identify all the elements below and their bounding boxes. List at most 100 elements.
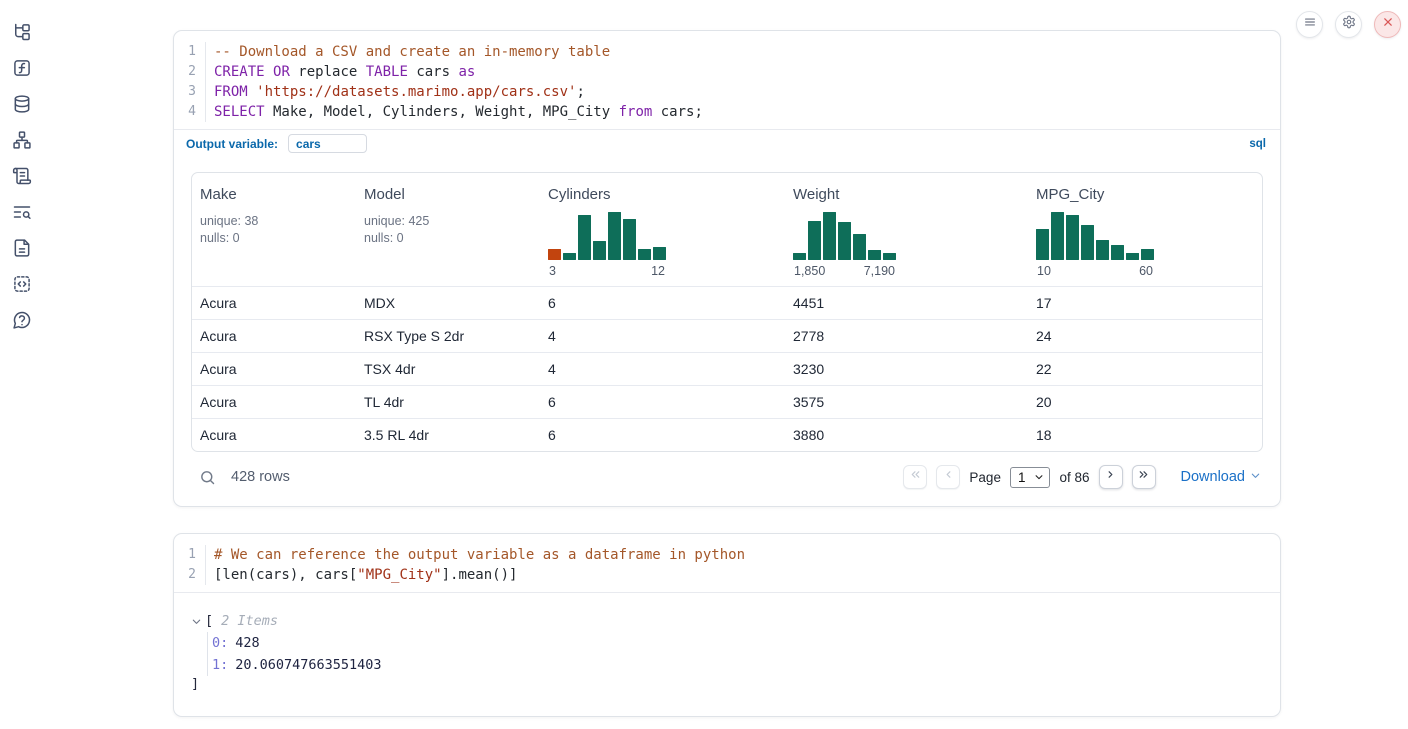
code-token: ; <box>576 84 584 100</box>
code-line: 1# We can reference the output variable … <box>174 545 1280 565</box>
column-histogram: 1,8507,190 <box>793 210 896 278</box>
code-text: # We can reference the output variable a… <box>205 545 745 565</box>
code-token: replace <box>290 64 366 80</box>
code-line: 3FROM 'https://datasets.marimo.app/cars.… <box>174 82 1280 102</box>
histogram-bar <box>1066 215 1079 260</box>
documentation-file-icon[interactable] <box>12 238 32 258</box>
column-label: Make <box>200 186 348 203</box>
line-number: 1 <box>174 545 205 565</box>
column-header[interactable]: Cylinders312 <box>540 173 785 286</box>
item-value: 428 <box>235 635 259 651</box>
table-cell: TSX 4dr <box>356 353 540 385</box>
output-variable-row: Output variable: sql <box>174 129 1280 158</box>
code-text: SELECT Make, Model, Cylinders, Weight, M… <box>205 102 703 122</box>
code-token <box>265 64 273 80</box>
histogram-bar <box>593 241 606 260</box>
column-stats: unique: 38nulls: 0 <box>200 213 348 246</box>
output-variable-input[interactable] <box>288 134 367 153</box>
sql-code-editor[interactable]: 1-- Download a CSV and create an in-memo… <box>174 31 1280 129</box>
open-bracket: [ <box>205 613 213 629</box>
page-of-label: of 86 <box>1059 470 1089 485</box>
axis-max-label: 12 <box>651 264 665 278</box>
column-stat: nulls: 0 <box>364 230 532 247</box>
code-token: cars; <box>652 104 703 120</box>
column-histogram: 3 12 <box>548 210 666 278</box>
histogram-bars <box>1036 210 1154 260</box>
code-token: OR <box>273 64 290 80</box>
table-cell: 22 <box>1028 353 1262 385</box>
histogram-bar <box>868 250 881 260</box>
column-header[interactable]: Weight1,8507,190 <box>785 173 1028 286</box>
table-cell: 6 <box>540 287 785 319</box>
axis-min-label: 3 <box>549 264 556 278</box>
table-cell: 20 <box>1028 386 1262 418</box>
dependency-graph-icon[interactable] <box>12 130 32 150</box>
chevrons-right-icon <box>1137 468 1150 486</box>
python-code-editor[interactable]: 1# We can reference the output variable … <box>174 534 1280 592</box>
histogram-bar <box>653 247 666 260</box>
column-header[interactable]: Modelunique: 425nulls: 0 <box>356 173 540 286</box>
table-cell: 3.5 RL 4dr <box>356 419 540 451</box>
tree-item: 0:428 <box>212 632 1280 654</box>
table-cell: 3880 <box>785 419 1028 451</box>
help-chat-icon[interactable] <box>12 310 32 330</box>
column-header[interactable]: MPG_City1060 <box>1028 173 1262 286</box>
search-icon[interactable] <box>199 469 216 486</box>
hamburger-icon <box>1303 15 1317 34</box>
page-label: Page <box>969 470 1001 485</box>
chevron-left-icon <box>942 468 955 486</box>
table-cell: 3575 <box>785 386 1028 418</box>
code-token: as <box>458 64 475 80</box>
code-line: 2[len(cars), cars["MPG_City"].mean()] <box>174 565 1280 585</box>
scratchpad-function-icon[interactable] <box>12 58 32 78</box>
table-row: AcuraMDX6445117 <box>192 286 1262 319</box>
page-select[interactable]: 1 <box>1010 467 1051 488</box>
table-cell: 6 <box>540 386 785 418</box>
table-body: AcuraMDX6445117AcuraRSX Type S 2dr427782… <box>192 286 1262 451</box>
last-page-button[interactable] <box>1132 465 1156 489</box>
chevron-down-icon <box>1034 470 1044 485</box>
code-line: 1-- Download a CSV and create an in-memo… <box>174 42 1280 62</box>
shutdown-button[interactable] <box>1374 11 1401 38</box>
code-text: -- Download a CSV and create an in-memor… <box>205 42 610 62</box>
prev-page-button[interactable] <box>936 465 960 489</box>
list-search-icon[interactable] <box>12 202 32 222</box>
axis-max-label: 7,190 <box>864 264 895 278</box>
column-stat: unique: 425 <box>364 213 532 230</box>
row-count: 428 rows <box>231 469 290 485</box>
table-cell: 24 <box>1028 320 1262 352</box>
left-sidebar <box>0 0 44 729</box>
histogram-bar <box>853 234 866 260</box>
datasources-database-icon[interactable] <box>12 94 32 114</box>
menu-button[interactable] <box>1296 11 1323 38</box>
histogram-bar <box>1111 245 1124 260</box>
code-token: FROM <box>214 84 248 100</box>
histogram-bar <box>793 253 806 260</box>
histogram-bar <box>808 221 821 260</box>
table-cell: Acura <box>192 419 356 451</box>
code-token: TABLE <box>366 64 408 80</box>
collapse-chevron-icon[interactable] <box>191 616 202 627</box>
script-scroll-icon[interactable] <box>12 166 32 186</box>
code-token: 'https://datasets.marimo.app/cars.csv' <box>256 84 576 100</box>
table-footer: 428 rows Page 1 of 86 <box>199 460 1261 494</box>
line-number: 3 <box>174 82 205 102</box>
code-token: cars <box>408 64 459 80</box>
file-tree-icon[interactable] <box>12 22 32 42</box>
histogram-bar <box>623 219 636 260</box>
code-token: Make, Model, Cylinders, Weight, MPG_City <box>265 104 619 120</box>
download-button[interactable]: Download <box>1181 469 1262 485</box>
first-page-button[interactable] <box>903 465 927 489</box>
histogram-bar <box>578 215 591 260</box>
column-header[interactable]: Make unique: 38nulls: 0 <box>192 173 356 286</box>
snippets-code-icon[interactable] <box>12 274 32 294</box>
histogram-bar <box>1126 253 1139 260</box>
histogram-bar <box>823 212 836 260</box>
table-cell: 4 <box>540 353 785 385</box>
code-text: FROM 'https://datasets.marimo.app/cars.c… <box>205 82 585 102</box>
settings-button[interactable] <box>1335 11 1362 38</box>
next-page-button[interactable] <box>1099 465 1123 489</box>
histogram-bar <box>883 253 896 260</box>
column-stat: nulls: 0 <box>200 230 348 247</box>
line-number: 4 <box>174 102 205 122</box>
